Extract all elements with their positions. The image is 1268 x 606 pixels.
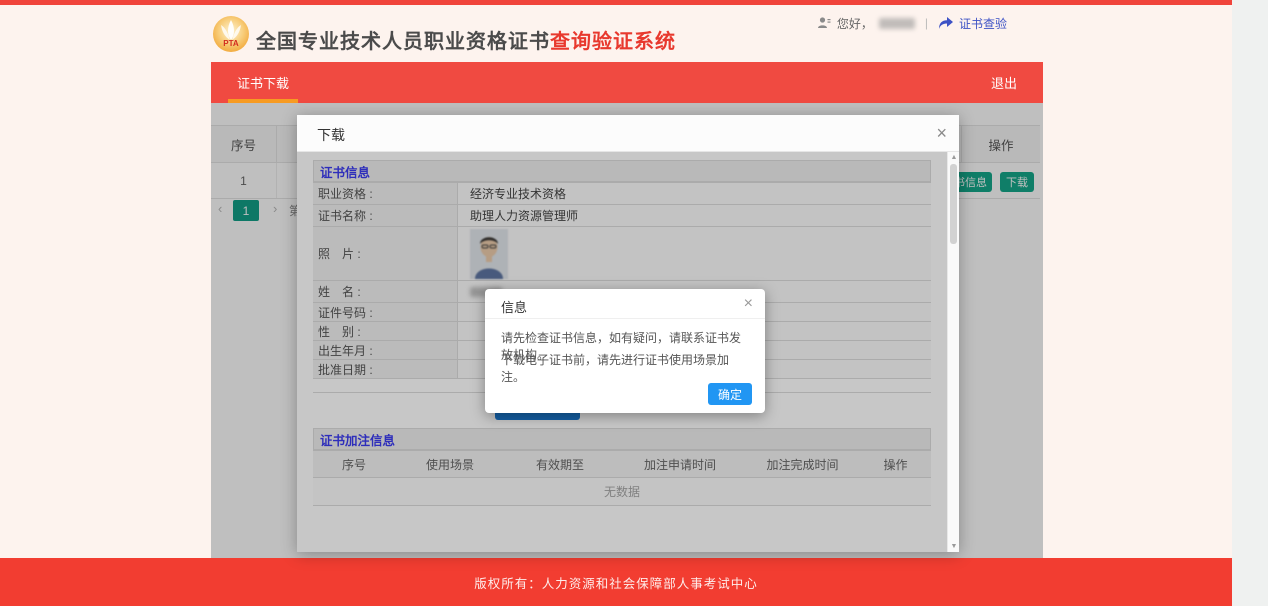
- user-icon: [817, 16, 831, 30]
- download-modal-header: 下载 ×: [297, 115, 959, 152]
- site-title-main: 全国专业技术人员职业资格证书: [256, 31, 550, 53]
- footer: 版权所有：人力资源和社会保障部人事考试中心: [0, 558, 1232, 606]
- certificate-verify-link[interactable]: 证书查验: [959, 15, 1007, 32]
- screen: PTA 全国专业技术人员职业资格证书查询验证系统 您好， |: [0, 0, 1268, 606]
- greeting-text: 您好，: [837, 15, 873, 32]
- confirm-button[interactable]: 确定: [708, 383, 752, 405]
- modal-scrollbar[interactable]: ▲ ▼: [947, 152, 959, 552]
- logout-button[interactable]: 退出: [991, 62, 1017, 103]
- tab-certificate-download[interactable]: 证书下载: [228, 62, 298, 103]
- scrollbar-thumb[interactable]: [950, 164, 957, 244]
- separator: |: [925, 16, 928, 30]
- copyright-text: 版权所有：人力资源和社会保障部人事考试中心: [474, 573, 758, 592]
- share-arrow-icon: [938, 17, 953, 30]
- site-title: 全国专业技术人员职业资格证书查询验证系统: [256, 25, 676, 54]
- scroll-down-icon[interactable]: ▼: [948, 543, 960, 550]
- info-message-line2: 下载电子证书前，请先进行证书使用场景加注。: [501, 351, 751, 385]
- info-modal-header: 信息 ×: [485, 289, 765, 319]
- logo-text: PTA: [223, 39, 239, 48]
- pta-logo-icon: PTA: [212, 15, 250, 53]
- top-red-strip: [0, 0, 1232, 5]
- navbar: 证书下载 退出: [211, 62, 1043, 103]
- info-modal: 信息 × 请先检查证书信息，如有疑问，请联系证书发放机构。 下载电子证书前，请先…: [485, 289, 765, 413]
- site-title-accent: 查询验证系统: [550, 31, 676, 53]
- info-modal-title: 信息: [501, 297, 527, 316]
- user-name-redacted: [879, 18, 915, 29]
- info-modal-close-icon[interactable]: ×: [744, 295, 753, 313]
- page-background: PTA 全国专业技术人员职业资格证书查询验证系统 您好， |: [0, 0, 1232, 606]
- download-modal-close-icon[interactable]: ×: [936, 123, 947, 143]
- download-modal-title: 下载: [317, 125, 345, 145]
- user-area: 您好， | 证书查验: [817, 14, 1007, 32]
- scroll-up-icon[interactable]: ▲: [948, 154, 960, 161]
